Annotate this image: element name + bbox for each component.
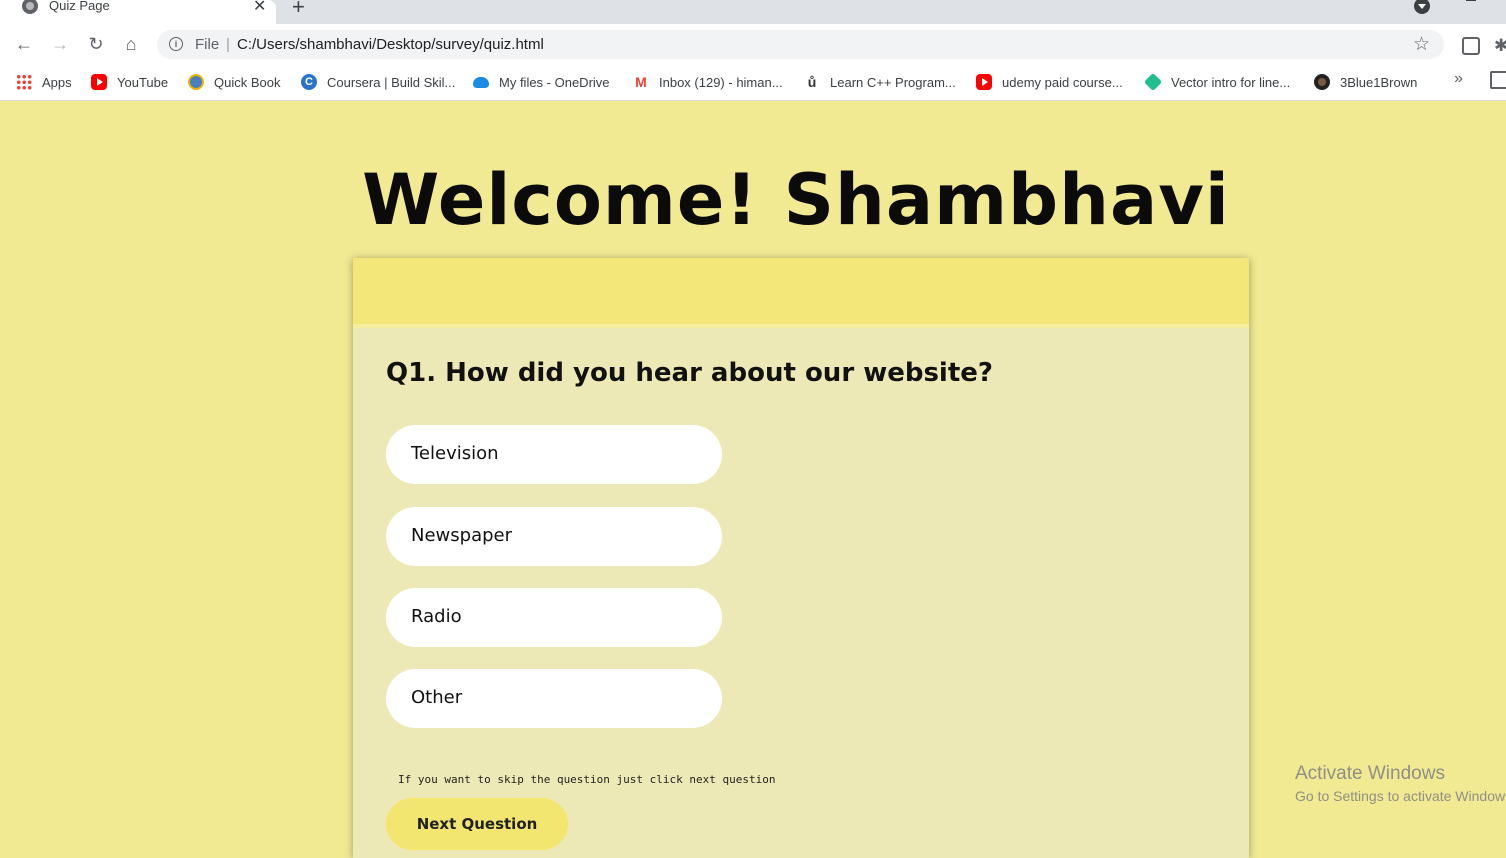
tab-search-icon[interactable] bbox=[1414, 0, 1430, 14]
info-icon[interactable]: i bbox=[169, 37, 183, 51]
tab-strip: Quiz Page ✕ + bbox=[0, 0, 1506, 24]
bookmark-label: 3Blue1Brown bbox=[1340, 74, 1418, 90]
gmail-icon: M bbox=[635, 74, 647, 90]
page-title: Welcome! Shambhavi bbox=[362, 159, 1230, 241]
option-label: Television bbox=[411, 443, 499, 464]
3blue1brown-icon bbox=[1314, 74, 1330, 90]
bookmark-label: Apps bbox=[42, 74, 72, 90]
extension-icon[interactable] bbox=[1462, 37, 1480, 55]
coursera-icon: C bbox=[301, 74, 317, 90]
option-radio[interactable]: Radio bbox=[386, 588, 722, 647]
close-icon[interactable]: ✕ bbox=[253, 0, 266, 16]
card-header bbox=[353, 258, 1249, 328]
more-bookmarks-icon[interactable]: » bbox=[1454, 70, 1463, 88]
bookmark-coursera[interactable]: C Coursera | Build Skil... bbox=[301, 72, 455, 92]
khan-academy-icon bbox=[1143, 72, 1163, 92]
back-icon[interactable]: ← bbox=[13, 33, 35, 55]
bookmark-udemy[interactable]: udemy paid course... bbox=[976, 72, 1123, 92]
bookmark-label: Vector intro for line... bbox=[1171, 74, 1291, 90]
bookmark-star-icon[interactable]: ☆ bbox=[1413, 33, 1430, 56]
bookmark-label: Learn C++ Program... bbox=[830, 74, 956, 90]
forward-icon[interactable]: → bbox=[49, 33, 71, 55]
option-label: Other bbox=[411, 687, 463, 708]
new-tab-icon[interactable]: + bbox=[292, 0, 305, 20]
question-text: Q1. How did you hear about our website? bbox=[386, 358, 993, 388]
home-icon[interactable]: ⌂ bbox=[120, 33, 142, 55]
option-television[interactable]: Television bbox=[386, 425, 722, 484]
reading-list-icon[interactable] bbox=[1490, 71, 1506, 89]
address-bar[interactable]: i File | C:/Users/shambhavi/Desktop/surv… bbox=[157, 30, 1444, 59]
url-text[interactable]: C:/Users/shambhavi/Desktop/survey/quiz.h… bbox=[237, 36, 544, 53]
bookmark-onedrive[interactable]: My files - OneDrive bbox=[473, 72, 610, 92]
page-body: Welcome! Shambhavi Q1. How did you hear … bbox=[0, 101, 1506, 858]
bookmark-label: My files - OneDrive bbox=[499, 74, 610, 90]
option-other[interactable]: Other bbox=[386, 669, 722, 728]
youtube-icon bbox=[976, 74, 992, 90]
bookmark-vector-intro[interactable]: Vector intro for line... bbox=[1143, 72, 1291, 92]
url-separator: | bbox=[226, 36, 230, 53]
watermark-title: Activate Windows bbox=[1295, 763, 1445, 784]
watermark-subtitle: Go to Settings to activate Windows. bbox=[1295, 788, 1506, 804]
udemy-icon: ů bbox=[807, 74, 817, 90]
bookmark-learn-cpp[interactable]: ů Learn C++ Program... bbox=[804, 72, 956, 92]
bookmark-youtube[interactable]: YouTube bbox=[91, 72, 168, 92]
reload-icon[interactable]: ↻ bbox=[85, 33, 107, 55]
puzzle-icon[interactable]: ✱ bbox=[1494, 36, 1506, 56]
globe-icon bbox=[22, 0, 38, 14]
quickbook-icon bbox=[188, 74, 204, 90]
url-scheme: File bbox=[195, 36, 220, 53]
bookmark-apps[interactable]: Apps bbox=[16, 72, 72, 92]
next-question-button[interactable]: Next Question bbox=[386, 798, 568, 850]
youtube-icon bbox=[91, 74, 107, 90]
minimize-icon[interactable] bbox=[1466, 0, 1476, 1]
bookmark-label: Inbox (129) - himan... bbox=[659, 74, 783, 90]
option-label: Radio bbox=[411, 606, 462, 627]
bookmark-quick-book[interactable]: Quick Book bbox=[188, 72, 280, 92]
bookmark-label: YouTube bbox=[117, 74, 169, 90]
onedrive-icon bbox=[473, 76, 489, 88]
bookmark-label: Coursera | Build Skil... bbox=[327, 74, 456, 90]
bookmark-3blue1brown[interactable]: 3Blue1Brown bbox=[1314, 72, 1417, 92]
skip-hint: If you want to skip the question just cl… bbox=[398, 773, 776, 786]
option-label: Newspaper bbox=[411, 525, 512, 546]
activate-windows-watermark: Activate Windows Go to Settings to activ… bbox=[1295, 763, 1506, 804]
bookmark-label: udemy paid course... bbox=[1002, 74, 1123, 90]
tab-title: Quiz Page bbox=[49, 0, 110, 13]
tab-quiz-page[interactable]: Quiz Page ✕ bbox=[0, 0, 276, 24]
browser-toolbar: ← → ↻ ⌂ i File | C:/Users/shambhavi/Desk… bbox=[0, 24, 1506, 64]
bookmarks-bar: Apps YouTube Quick Book C Coursera | Bui… bbox=[0, 64, 1506, 101]
option-newspaper[interactable]: Newspaper bbox=[386, 507, 722, 566]
bookmark-label: Quick Book bbox=[214, 74, 281, 90]
quiz-card: Q1. How did you hear about our website? … bbox=[353, 258, 1249, 858]
bookmark-inbox[interactable]: M Inbox (129) - himan... bbox=[633, 72, 783, 92]
apps-grid-icon bbox=[16, 74, 32, 90]
